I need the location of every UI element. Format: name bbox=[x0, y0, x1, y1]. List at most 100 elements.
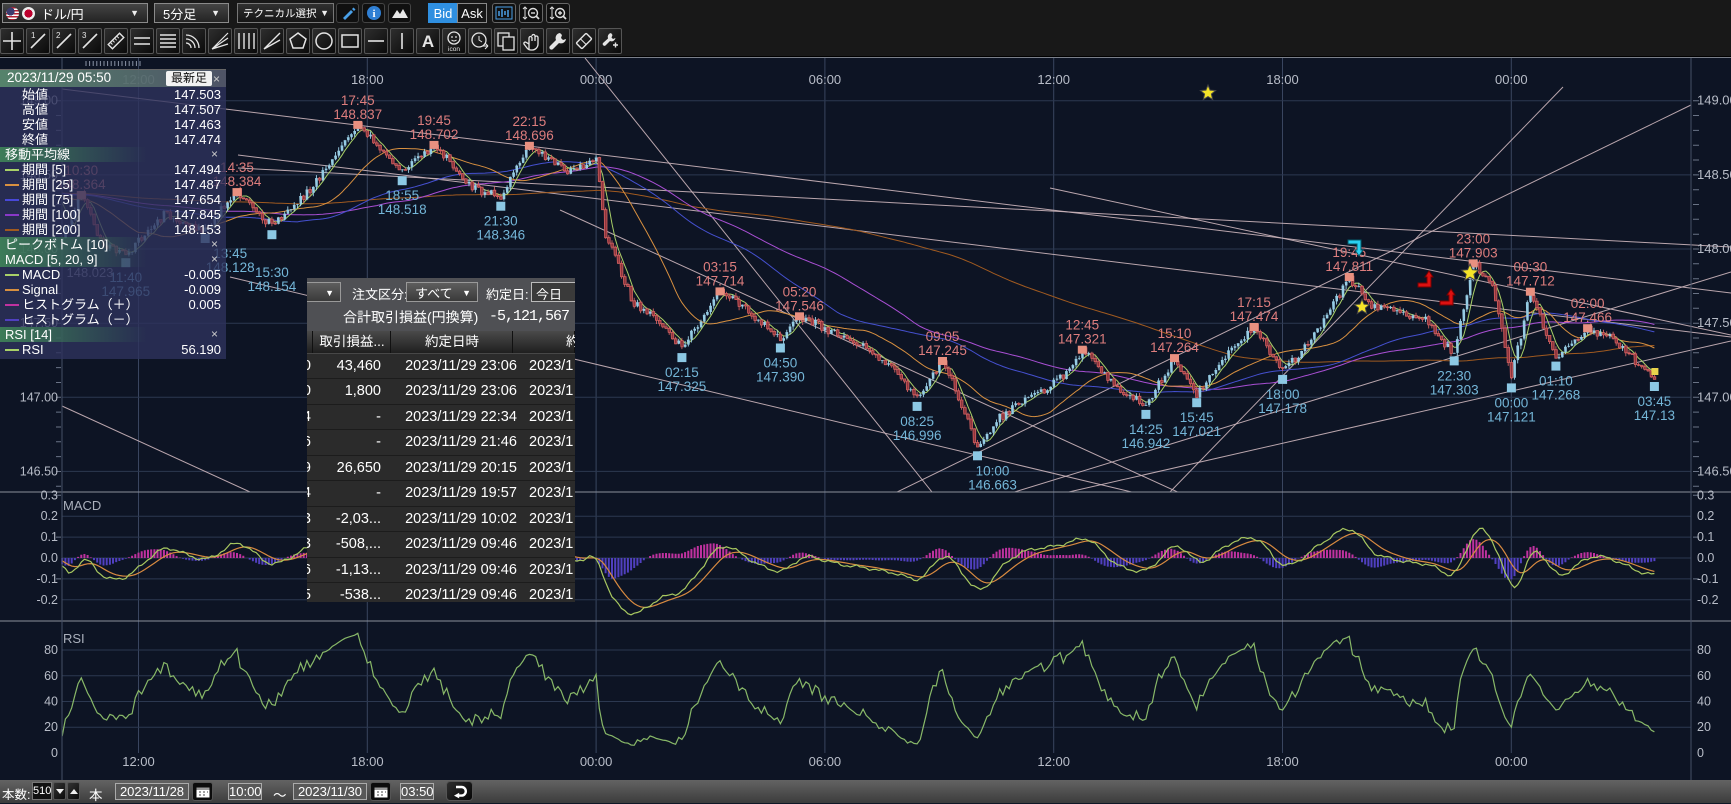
svg-text:147.321: 147.321 bbox=[1058, 332, 1107, 347]
svg-text:0.3: 0.3 bbox=[41, 488, 58, 502]
svg-text:147.178: 147.178 bbox=[1258, 401, 1307, 416]
svg-text:18:00: 18:00 bbox=[351, 72, 384, 87]
svg-text:146.50: 146.50 bbox=[20, 464, 58, 478]
svg-text:147.903: 147.903 bbox=[1449, 245, 1498, 260]
svg-text:0.2: 0.2 bbox=[41, 509, 58, 523]
svg-text:09:05: 09:05 bbox=[926, 329, 960, 344]
svg-text:146.942: 146.942 bbox=[1121, 436, 1170, 451]
svg-text:i: i bbox=[372, 8, 375, 20]
svg-text:18:00: 18:00 bbox=[351, 754, 384, 769]
svg-text:02:15: 02:15 bbox=[665, 365, 699, 380]
svg-text:147.325: 147.325 bbox=[657, 379, 706, 394]
svg-text:15:10: 15:10 bbox=[1158, 326, 1192, 341]
svg-text:17:15: 17:15 bbox=[1237, 295, 1271, 310]
svg-text:20: 20 bbox=[1697, 720, 1711, 734]
svg-text:20: 20 bbox=[44, 720, 58, 734]
svg-text:00:30: 00:30 bbox=[1514, 260, 1548, 275]
svg-text:0.1: 0.1 bbox=[1697, 530, 1714, 544]
svg-text:147.245: 147.245 bbox=[918, 343, 967, 358]
svg-text:10:00: 10:00 bbox=[976, 463, 1010, 478]
svg-text:2: 2 bbox=[56, 31, 61, 40]
svg-text:60: 60 bbox=[1697, 669, 1711, 683]
svg-text:12:00: 12:00 bbox=[122, 754, 155, 769]
svg-text:147.390: 147.390 bbox=[756, 370, 805, 385]
svg-text:00:00: 00:00 bbox=[1495, 72, 1528, 87]
svg-text:06:00: 06:00 bbox=[809, 754, 842, 769]
svg-text:80: 80 bbox=[44, 643, 58, 657]
svg-text:1: 1 bbox=[31, 31, 36, 40]
svg-text:00:00: 00:00 bbox=[1495, 395, 1529, 410]
svg-text:146.663: 146.663 bbox=[968, 477, 1017, 492]
svg-text:147.00: 147.00 bbox=[1697, 389, 1731, 404]
svg-text:148.50: 148.50 bbox=[1697, 167, 1731, 182]
svg-text:146.50: 146.50 bbox=[1697, 463, 1731, 478]
svg-text:147.546: 147.546 bbox=[775, 298, 824, 313]
svg-text:148.702: 148.702 bbox=[410, 127, 459, 142]
svg-text:08:25: 08:25 bbox=[900, 414, 934, 429]
svg-text:0: 0 bbox=[1697, 746, 1704, 760]
svg-text:18:00: 18:00 bbox=[1266, 387, 1300, 402]
svg-text:147.714: 147.714 bbox=[696, 273, 745, 288]
svg-text:15:45: 15:45 bbox=[1180, 410, 1214, 425]
svg-text:22:15: 22:15 bbox=[513, 114, 547, 129]
svg-text:147.50: 147.50 bbox=[1697, 315, 1731, 330]
svg-text:148.154: 148.154 bbox=[247, 279, 296, 294]
svg-text:0.1: 0.1 bbox=[41, 530, 58, 544]
svg-text:147.303: 147.303 bbox=[1430, 382, 1479, 397]
svg-text:40: 40 bbox=[44, 695, 58, 709]
svg-text:23:00: 23:00 bbox=[1456, 231, 1490, 246]
svg-text:02:00: 02:00 bbox=[1571, 296, 1605, 311]
svg-text:12:00: 12:00 bbox=[1037, 754, 1070, 769]
svg-text:0.0: 0.0 bbox=[1697, 551, 1714, 565]
svg-text:19:45: 19:45 bbox=[417, 113, 451, 128]
svg-text:01:10: 01:10 bbox=[1539, 374, 1573, 389]
svg-text:147.712: 147.712 bbox=[1506, 274, 1555, 289]
svg-text:148.696: 148.696 bbox=[505, 128, 554, 143]
svg-text:-0.2: -0.2 bbox=[1697, 593, 1719, 607]
svg-text:0.3: 0.3 bbox=[1697, 488, 1714, 502]
svg-text:147.474: 147.474 bbox=[1230, 309, 1279, 324]
svg-text:18:00: 18:00 bbox=[1266, 754, 1299, 769]
svg-text:149.00: 149.00 bbox=[1697, 93, 1731, 108]
svg-text:147.466: 147.466 bbox=[1563, 310, 1612, 325]
svg-text:17:45: 17:45 bbox=[341, 93, 375, 108]
svg-text:22:30: 22:30 bbox=[1437, 368, 1471, 383]
svg-text:00:00: 00:00 bbox=[1495, 754, 1528, 769]
svg-text:147.811: 147.811 bbox=[1325, 259, 1373, 274]
svg-text:03:15: 03:15 bbox=[703, 259, 737, 274]
svg-text:00:00: 00:00 bbox=[580, 72, 613, 87]
svg-text:06:00: 06:00 bbox=[809, 72, 842, 87]
svg-text:03:45: 03:45 bbox=[1638, 394, 1672, 409]
svg-text:18:55: 18:55 bbox=[385, 188, 419, 203]
svg-text:147.13: 147.13 bbox=[1634, 408, 1675, 423]
svg-text:14:25: 14:25 bbox=[1129, 422, 1163, 437]
svg-text:21:30: 21:30 bbox=[484, 214, 518, 229]
svg-text:3: 3 bbox=[82, 31, 87, 40]
svg-text:147.121: 147.121 bbox=[1487, 409, 1536, 424]
svg-text:-0.1: -0.1 bbox=[36, 572, 58, 586]
svg-text:148.837: 148.837 bbox=[333, 107, 382, 122]
svg-text:147.268: 147.268 bbox=[1531, 388, 1580, 403]
svg-text:148.518: 148.518 bbox=[378, 202, 427, 217]
svg-text:148.00: 148.00 bbox=[1697, 241, 1731, 256]
svg-text:15:30: 15:30 bbox=[255, 265, 289, 280]
svg-text:05:20: 05:20 bbox=[783, 284, 817, 299]
svg-text:0.0: 0.0 bbox=[41, 551, 58, 565]
svg-text:0.2: 0.2 bbox=[1697, 509, 1714, 523]
svg-text:-0.2: -0.2 bbox=[36, 593, 58, 607]
svg-text:147.00: 147.00 bbox=[20, 390, 58, 404]
svg-text:60: 60 bbox=[44, 669, 58, 683]
svg-text:146.996: 146.996 bbox=[893, 428, 942, 443]
svg-text:A: A bbox=[422, 32, 434, 51]
svg-text:12:00: 12:00 bbox=[1037, 72, 1070, 87]
svg-text:147.264: 147.264 bbox=[1150, 340, 1199, 355]
svg-text:12:45: 12:45 bbox=[1065, 318, 1099, 333]
svg-text:04:50: 04:50 bbox=[764, 356, 798, 371]
svg-text:148.346: 148.346 bbox=[476, 228, 525, 243]
svg-text:MACD: MACD bbox=[63, 498, 101, 513]
svg-text:0: 0 bbox=[51, 746, 58, 760]
svg-text:147.021: 147.021 bbox=[1172, 424, 1221, 439]
svg-text:00:00: 00:00 bbox=[580, 754, 613, 769]
svg-text:80: 80 bbox=[1697, 643, 1711, 657]
svg-text:icon: icon bbox=[448, 46, 460, 52]
